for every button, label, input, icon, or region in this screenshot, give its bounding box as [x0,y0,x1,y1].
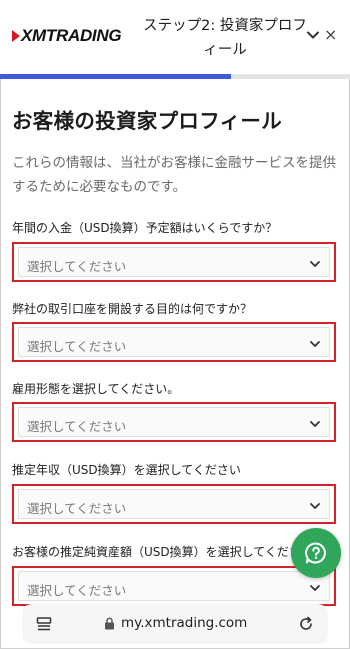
select-box: 選択してください [18,489,330,519]
chevron-down-icon [310,503,320,509]
select-box: 選択してください [18,327,330,357]
browser-address-bar[interactable]: my.xmtrading.com [22,604,328,644]
header: XMTRADING ステップ2: 投資家プロフ ィール × [0,0,350,74]
chevron-down-icon [310,585,320,591]
employment-select[interactable]: 選択してください [12,402,336,442]
income-select[interactable]: 選択してください [12,484,336,524]
step-title: ステップ2: 投資家プロフ ィール [140,14,310,62]
select-box: 選択してください [18,247,330,277]
question-label-income: 推定年収（USD換算）を選択してください [12,463,241,477]
select-placeholder: 選択してください [27,501,127,516]
lock-icon [105,617,114,629]
select-placeholder: 選択してください [27,583,127,598]
progress-fill [0,74,231,79]
page-title: お客様の投資家プロフィール [12,109,282,133]
step-title-line2: ィール [203,42,247,58]
chevron-down-icon [310,341,320,347]
logo-text: XMTRADING [21,26,122,45]
purpose-select[interactable]: 選択してください [12,322,336,362]
question-label-employment: 雇用形態を選択してください。 [12,382,180,396]
close-icon[interactable]: × [324,27,338,43]
xm-logo: XMTRADING [12,26,122,46]
select-placeholder: 選択してください [27,339,127,354]
question-label-purpose: 弊社の取引口座を開設する目的は何ですか？ [12,302,253,316]
question-label-deposit: 年間の入金（USD換算）予定額はいくらですか？ [12,221,278,235]
select-placeholder: 選択してください [27,259,127,274]
net-worth-select[interactable]: 選択してください [12,566,336,606]
tabs-icon[interactable] [36,616,52,632]
reload-icon[interactable] [298,616,314,632]
chevron-down-icon [310,421,320,427]
help-chat-button[interactable] [291,528,341,578]
progress-bar [0,74,350,79]
logo-mark-icon [12,30,20,42]
url-text: my.xmtrading.com [121,615,248,631]
step-title-line1: ステップ2: 投資家プロフ [143,18,307,34]
intro-text: これらの情報は、当社がお客様に金融サービスを提供するために必要なものです。 [12,155,336,195]
help-chat-icon [305,542,326,564]
url-display[interactable]: my.xmtrading.com [104,615,247,631]
select-box: 選択してください [18,407,330,437]
chevron-down-icon [310,261,320,267]
select-box: 選択してください [18,571,330,601]
select-placeholder: 選択してください [27,419,127,434]
deposit-select[interactable]: 選択してください [12,242,336,282]
question-label-net-worth: お客様の推定純資産額（USD換算）を選択してくださ [12,545,301,559]
chevron-down-icon[interactable] [306,28,320,42]
